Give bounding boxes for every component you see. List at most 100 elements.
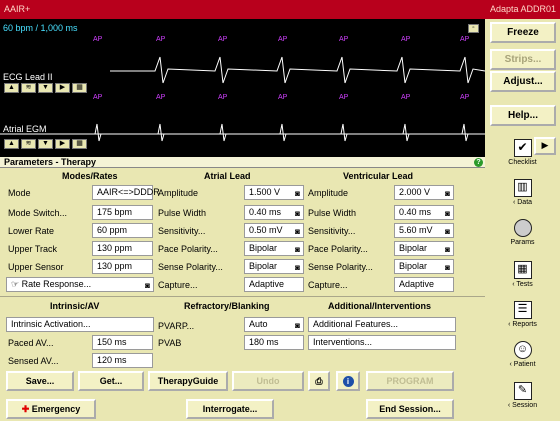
ventricular-sense-polarity-field[interactable]: Bipolar ◙ bbox=[394, 259, 454, 274]
dropdown-icon: ◙ bbox=[295, 189, 300, 198]
atrial-capture-field[interactable]: Adaptive bbox=[244, 277, 304, 292]
panel-title: Parameters - Therapy? bbox=[0, 157, 485, 168]
pvarp-field[interactable]: Auto ◙ bbox=[244, 317, 304, 332]
strips-button[interactable]: Strips... bbox=[490, 49, 556, 70]
atrial-lead-header: Atrial Lead bbox=[204, 171, 251, 181]
ventricular-sense-polarity-label[interactable]: Sense Polarity... bbox=[308, 262, 373, 272]
therapy-guide-button[interactable]: TherapyGuide bbox=[148, 371, 228, 391]
emergency-button[interactable]: ✚ Emergency bbox=[6, 399, 96, 419]
ecg-lead-label: ECG Lead II bbox=[3, 72, 53, 82]
lower-rate-field[interactable]: 60 ppm bbox=[92, 223, 153, 238]
ap-marker: AP bbox=[339, 94, 349, 101]
dropdown-icon: ◙ bbox=[445, 189, 450, 198]
mode-field[interactable]: AAIR<=>DDDR bbox=[92, 185, 160, 200]
dropdown-icon: ◙ bbox=[445, 209, 450, 218]
atrial-amplitude-field[interactable]: 1.500 V ◙ bbox=[244, 185, 304, 200]
save-button[interactable]: Save... bbox=[6, 371, 74, 391]
atrial-pace-polarity-label[interactable]: Pace Polarity... bbox=[158, 244, 218, 254]
ventricular-sensitivity-field[interactable]: 5.60 mV ◙ bbox=[394, 223, 454, 238]
paced-av-field[interactable]: 150 ms bbox=[92, 335, 153, 350]
atrial-capture-label[interactable]: Capture... bbox=[158, 280, 198, 290]
program-button[interactable]: PROGRAM bbox=[366, 371, 454, 391]
nav-tests[interactable]: ▦ ‹ Tests bbox=[485, 261, 560, 288]
atrial-pulse-width-label: Pulse Width bbox=[158, 208, 207, 218]
ventricular-capture-field[interactable]: Adaptive bbox=[394, 277, 454, 292]
dropdown-icon: ◙ bbox=[295, 263, 300, 272]
ap-marker: AP bbox=[460, 94, 470, 101]
scale-up-icon[interactable]: ▲ bbox=[4, 139, 19, 149]
modes-rates-header: Modes/Rates bbox=[62, 171, 118, 181]
ventricular-lead-header: Ventricular Lead bbox=[343, 171, 414, 181]
ap-marker: AP bbox=[401, 36, 411, 43]
interventions-button[interactable]: Interventions... bbox=[308, 335, 456, 350]
scale-up-icon[interactable]: ▲ bbox=[4, 83, 19, 93]
next-icon[interactable]: ▶ bbox=[55, 83, 70, 93]
paced-av-label[interactable]: Paced AV... bbox=[8, 338, 54, 348]
dropdown-icon: ◙ bbox=[295, 245, 300, 254]
intrinsic-activation-button[interactable]: Intrinsic Activation... bbox=[6, 317, 154, 332]
ap-marker: AP bbox=[401, 94, 411, 101]
rate-response-button[interactable]: ☞ Rate Response... ◙ bbox=[6, 277, 154, 292]
nav-data[interactable]: ▥ ‹ Data bbox=[485, 179, 560, 206]
ap-marker: AP bbox=[278, 94, 288, 101]
dropdown-icon: ◙ bbox=[295, 227, 300, 236]
atrial-pulse-width-field[interactable]: 0.40 ms ◙ bbox=[244, 205, 304, 220]
scale-down-icon[interactable]: ▼ bbox=[38, 139, 53, 149]
ventricular-capture-label[interactable]: Capture... bbox=[308, 280, 348, 290]
end-session-button[interactable]: End Session... bbox=[366, 399, 454, 419]
freeze-button[interactable]: Freeze bbox=[490, 22, 556, 43]
next-icon[interactable]: ▶ bbox=[55, 139, 70, 149]
dropdown-icon: ◙ bbox=[445, 245, 450, 254]
ap-marker: AP bbox=[93, 36, 103, 43]
additional-header: Additional/Interventions bbox=[328, 301, 432, 311]
ventricular-pace-polarity-label[interactable]: Pace Polarity... bbox=[308, 244, 368, 254]
get-button[interactable]: Get... bbox=[78, 371, 144, 391]
scale-icon[interactable]: ≋ bbox=[21, 83, 36, 93]
ventricular-pulse-width-label: Pulse Width bbox=[308, 208, 357, 218]
adjust-button[interactable]: Adjust... bbox=[490, 71, 556, 92]
parameters-panel: Parameters - Therapy? Modes/Rates Atrial… bbox=[0, 157, 485, 421]
ap-marker: AP bbox=[460, 36, 470, 43]
nav-checklist[interactable]: ✔ Checklist bbox=[485, 139, 560, 166]
ventricular-pulse-width-field[interactable]: 0.40 ms ◙ bbox=[394, 205, 454, 220]
upper-sensor-field[interactable]: 130 ppm bbox=[92, 259, 153, 274]
ap-marker: AP bbox=[156, 36, 166, 43]
atrial-pace-polarity-field[interactable]: Bipolar ◙ bbox=[244, 241, 304, 256]
scale-down-icon[interactable]: ▼ bbox=[38, 83, 53, 93]
ecg-controls: ▲ ≋ ▼ ▶ ▦ bbox=[4, 83, 87, 93]
info-button[interactable]: i bbox=[336, 371, 360, 391]
menu-icon[interactable]: ▦ bbox=[72, 83, 87, 93]
mode-switch-label[interactable]: Mode Switch... bbox=[8, 208, 67, 218]
atrial-sensitivity-label[interactable]: Sensitivity... bbox=[158, 226, 205, 236]
info-icon: i bbox=[342, 376, 354, 387]
upper-track-field[interactable]: 130 ppm bbox=[92, 241, 153, 256]
nav-session[interactable]: ✎ ‹ Session bbox=[485, 382, 560, 409]
additional-features-button[interactable]: Additional Features... bbox=[308, 317, 456, 332]
params-icon bbox=[513, 219, 532, 237]
patient-icon: ☺ bbox=[513, 341, 532, 359]
egm-trace bbox=[94, 123, 469, 142]
atrial-sense-polarity-field[interactable]: Bipolar ◙ bbox=[244, 259, 304, 274]
scale-icon[interactable]: ≋ bbox=[21, 139, 36, 149]
pvarp-label[interactable]: PVARP... bbox=[158, 321, 194, 331]
ap-marker: AP bbox=[278, 36, 288, 43]
atrial-sense-polarity-label[interactable]: Sense Polarity... bbox=[158, 262, 223, 272]
emergency-icon: ✚ bbox=[21, 404, 32, 414]
help-icon[interactable]: ? bbox=[474, 158, 483, 167]
undo-button[interactable]: Undo bbox=[232, 371, 304, 391]
nav-reports[interactable]: ☰ ‹ Reports bbox=[485, 301, 560, 328]
interrogate-button[interactable]: Interrogate... bbox=[186, 399, 274, 419]
ventricular-sensitivity-label[interactable]: Sensitivity... bbox=[308, 226, 355, 236]
pvab-field[interactable]: 180 ms bbox=[244, 335, 304, 350]
ventricular-pace-polarity-field[interactable]: Bipolar ◙ bbox=[394, 241, 454, 256]
sensed-av-label[interactable]: Sensed AV... bbox=[8, 356, 59, 366]
help-button[interactable]: Help... bbox=[490, 105, 556, 126]
ventricular-amplitude-field[interactable]: 2.000 V ◙ bbox=[394, 185, 454, 200]
sensed-av-field[interactable]: 120 ms bbox=[92, 353, 153, 368]
nav-params[interactable]: Params bbox=[485, 219, 560, 246]
atrial-sensitivity-field[interactable]: 0.50 mV ◙ bbox=[244, 223, 304, 238]
mode-switch-field[interactable]: 175 bpm bbox=[92, 205, 153, 220]
menu-icon[interactable]: ▦ bbox=[72, 139, 87, 149]
nav-patient[interactable]: ☺ ‹ Patient bbox=[485, 341, 560, 368]
print-icon[interactable]: ⎙ bbox=[308, 371, 330, 391]
